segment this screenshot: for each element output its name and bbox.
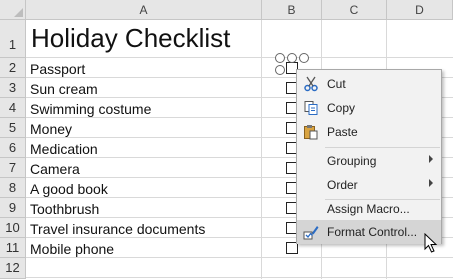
menu-item-copy[interactable]: Copy [297, 96, 441, 120]
menu-item-paste-label: Paste [327, 125, 358, 139]
row-header-8[interactable]: 8 [0, 178, 26, 198]
column-header-d[interactable]: D [387, 0, 453, 20]
gridline [26, 277, 453, 278]
row-header-3[interactable]: 3 [0, 78, 26, 98]
row-header-7[interactable]: 7 [0, 158, 26, 178]
row-header-12[interactable]: 12 [0, 258, 26, 279]
row-header-9[interactable]: 9 [0, 198, 26, 218]
menu-item-copy-label: Copy [327, 101, 356, 115]
item-cell[interactable]: Sun cream [30, 81, 98, 97]
menu-item-format-control-label: Format Control... [327, 225, 418, 239]
column-header-a[interactable]: A [26, 0, 262, 20]
gridline [261, 20, 262, 279]
menu-item-grouping-label: Grouping [327, 154, 377, 168]
item-cell[interactable]: Medication [30, 141, 98, 157]
item-cell[interactable]: Mobile phone [30, 241, 114, 257]
sheet-title-cell[interactable]: Holiday Checklist [31, 23, 230, 54]
menu-item-grouping[interactable]: Grouping [297, 149, 441, 173]
item-cell[interactable]: A good book [30, 181, 108, 197]
format-control-icon [303, 224, 319, 240]
item-cell[interactable]: Passport [30, 61, 85, 77]
item-cell[interactable]: Camera [30, 161, 80, 177]
row-header-6[interactable]: 6 [0, 138, 26, 158]
row-header-4[interactable]: 4 [0, 98, 26, 118]
column-header-c[interactable]: C [322, 0, 387, 20]
item-cell[interactable]: Travel insurance documents [30, 221, 205, 237]
row-header-5[interactable]: 5 [0, 118, 26, 138]
mouse-pointer-icon [424, 232, 438, 253]
column-header-b[interactable]: B [262, 0, 322, 20]
resize-handle[interactable] [275, 65, 285, 75]
gridline [26, 57, 453, 58]
spreadsheet: A B C D 1 2 3 4 5 6 7 8 9 10 11 12 Holid… [0, 0, 453, 279]
menu-separator [325, 147, 440, 148]
menu-item-assign-macro-label: Assign Macro... [327, 202, 410, 216]
submenu-arrow-icon [429, 155, 433, 163]
submenu-arrow-icon [429, 179, 433, 187]
row-header-11[interactable]: 11 [0, 238, 26, 258]
select-all-triangle [14, 8, 23, 17]
gridline [26, 257, 453, 258]
row-header-1[interactable]: 1 [0, 20, 26, 58]
menu-item-order[interactable]: Order [297, 173, 441, 197]
copy-icon [303, 100, 319, 116]
row-header-2[interactable]: 2 [0, 58, 26, 78]
menu-item-order-label: Order [327, 178, 358, 192]
menu-item-cut-label: Cut [327, 77, 346, 91]
menu-item-assign-macro[interactable]: Assign Macro... [297, 197, 441, 221]
row-header-10[interactable]: 10 [0, 218, 26, 238]
paste-icon [303, 124, 319, 140]
menu-item-format-control[interactable]: Format Control... [297, 220, 441, 244]
resize-handle[interactable] [287, 53, 297, 63]
menu-item-paste[interactable]: Paste [297, 120, 441, 144]
item-cell[interactable]: Swimming costume [30, 101, 151, 117]
scissors-icon [303, 76, 319, 92]
item-cell[interactable]: Money [30, 121, 72, 137]
context-menu: Cut Copy Paste Grouping Order Assign Mac… [296, 69, 442, 244]
resize-handle[interactable] [299, 53, 309, 63]
resize-handle[interactable] [275, 53, 285, 63]
item-cell[interactable]: Toothbrush [30, 201, 99, 217]
select-all-corner[interactable] [0, 0, 26, 20]
menu-item-cut[interactable]: Cut [297, 72, 441, 96]
